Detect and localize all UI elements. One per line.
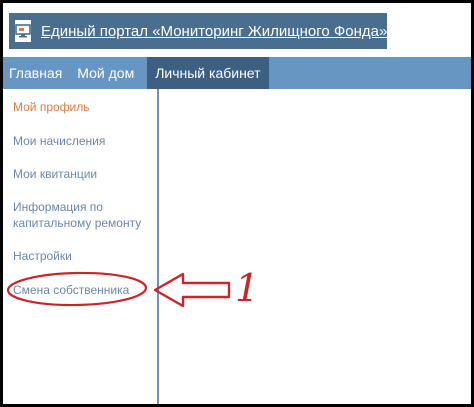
- sidebar-item-capital-repair-info[interactable]: Информация по капитальному ремонту: [13, 199, 148, 231]
- sidebar-item-my-charges[interactable]: Мои начисления: [13, 133, 105, 149]
- portal-title-link[interactable]: Единый портал «Мониторинг Жилищного Фонд…: [41, 23, 387, 40]
- main-nav: Главная Мой дом Личный кабинет: [3, 57, 471, 89]
- arrow-left-icon: [153, 272, 231, 308]
- annotation-number: 1: [235, 266, 260, 310]
- tab-personal-account[interactable]: Личный кабинет: [147, 57, 269, 89]
- portal-header: Единый портал «Мониторинг Жилищного Фонд…: [9, 13, 387, 49]
- sidebar: Мой профиль Мои начисления Мои квитанции…: [3, 89, 159, 404]
- sidebar-item-settings[interactable]: Настройки: [13, 248, 72, 264]
- monitor-icon: [15, 20, 31, 42]
- page-frame: Единый портал «Мониторинг Жилищного Фонд…: [3, 3, 471, 404]
- sidebar-item-my-receipts[interactable]: Мои квитанции: [13, 166, 97, 182]
- sidebar-item-change-owner[interactable]: Смена собственника: [13, 282, 129, 298]
- sidebar-item-my-profile[interactable]: Мой профиль: [13, 99, 90, 115]
- tab-my-house[interactable]: Мой дом: [71, 57, 143, 89]
- tab-home[interactable]: Главная: [3, 57, 71, 89]
